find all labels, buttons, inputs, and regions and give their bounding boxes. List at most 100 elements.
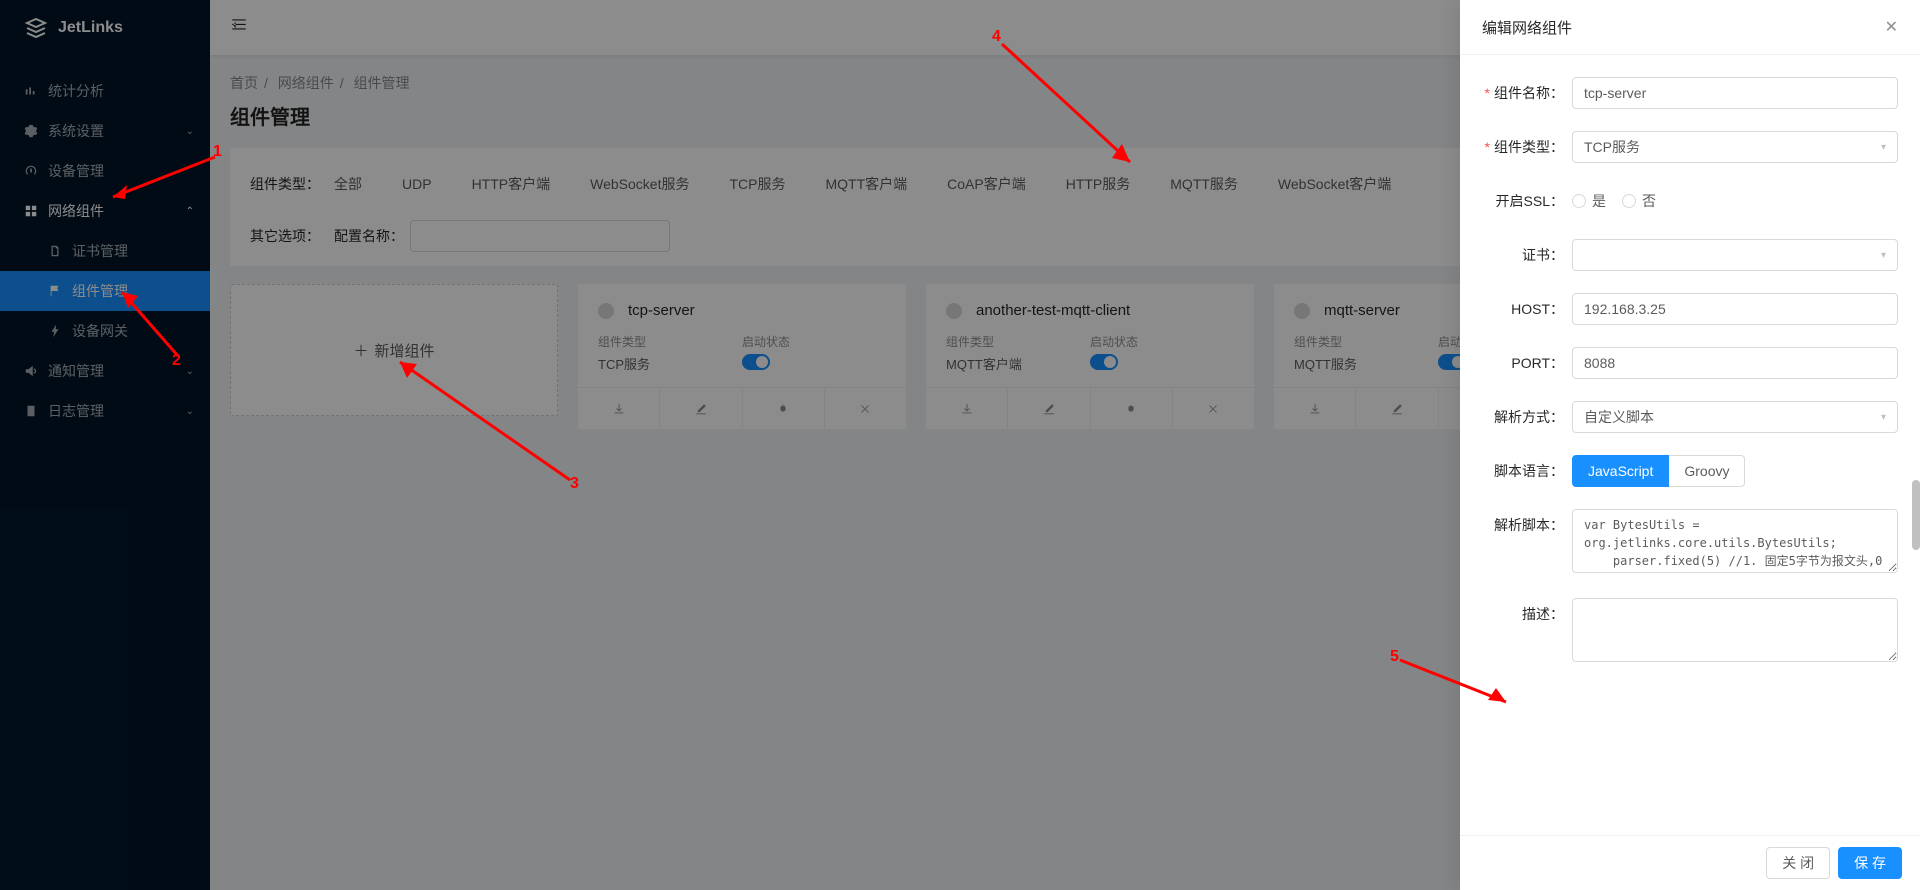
tab-http-server[interactable]: HTTP服务 bbox=[1066, 174, 1131, 194]
meta-type-label: 组件类型 bbox=[1294, 333, 1438, 350]
download-button[interactable] bbox=[578, 388, 660, 429]
sidebar-item-system[interactable]: 系统设置 ⌄ bbox=[0, 111, 210, 151]
sidebar-item-log[interactable]: 日志管理 ⌄ bbox=[0, 391, 210, 431]
debug-button[interactable] bbox=[743, 388, 825, 429]
parse-type-select[interactable]: 自定义脚本 ▾ bbox=[1572, 401, 1898, 433]
sidebar-item-component[interactable]: 组件管理 bbox=[0, 271, 210, 311]
plus-icon: ＋ bbox=[353, 340, 368, 361]
type-label: 组件类型 bbox=[1494, 139, 1550, 155]
thunderbolt-icon bbox=[48, 324, 62, 338]
parse-label: 解析方式 bbox=[1494, 409, 1550, 425]
component-card: another-test-mqtt-client 组件类型MQTT客户端 启动状… bbox=[926, 284, 1254, 429]
chevron-down-icon: ▾ bbox=[1881, 142, 1886, 153]
filter-type-label: 组件类型： bbox=[250, 174, 320, 194]
chevron-down-icon: ▾ bbox=[1881, 412, 1886, 423]
tab-mqtt-server[interactable]: MQTT服务 bbox=[1170, 174, 1238, 194]
add-component-card[interactable]: ＋ 新增组件 bbox=[230, 284, 558, 416]
chevron-down-icon: ▾ bbox=[1881, 250, 1886, 261]
close-button[interactable]: 关 闭 bbox=[1766, 847, 1830, 879]
sidebar-item-notify[interactable]: 通知管理 ⌄ bbox=[0, 351, 210, 391]
logo-icon bbox=[24, 16, 48, 40]
edit-button[interactable] bbox=[660, 388, 742, 429]
select-value: 自定义脚本 bbox=[1584, 407, 1654, 427]
desc-label: 描述 bbox=[1522, 606, 1550, 622]
close-button[interactable] bbox=[1173, 388, 1254, 429]
tab-udp[interactable]: UDP bbox=[402, 176, 432, 192]
edit-button[interactable] bbox=[1356, 388, 1438, 429]
port-label: PORT bbox=[1511, 355, 1550, 371]
gear-icon bbox=[24, 124, 38, 138]
close-icon[interactable]: ✕ bbox=[1885, 17, 1898, 37]
status-dot bbox=[946, 303, 962, 319]
tab-mqtt-client[interactable]: MQTT客户端 bbox=[825, 174, 907, 194]
sidebar-item-label: 设备管理 bbox=[48, 161, 104, 181]
sidebar-item-network[interactable]: 网络组件 ⌃ bbox=[0, 191, 210, 231]
desc-textarea[interactable] bbox=[1572, 598, 1898, 662]
meta-status-label: 启动状态 bbox=[1090, 333, 1234, 350]
close-button[interactable] bbox=[825, 388, 906, 429]
cert-select[interactable]: ▾ bbox=[1572, 239, 1898, 271]
lang-groovy-button[interactable]: Groovy bbox=[1669, 455, 1745, 487]
status-switch[interactable] bbox=[742, 354, 770, 370]
save-button[interactable]: 保 存 bbox=[1838, 847, 1902, 879]
sidebar-item-gateway[interactable]: 设备网关 bbox=[0, 311, 210, 351]
tab-all[interactable]: 全部 bbox=[334, 174, 362, 194]
tab-websocket-client[interactable]: WebSocket客户端 bbox=[1278, 174, 1391, 194]
sidebar-menu: 统计分析 系统设置 ⌄ 设备管理 网络组件 ⌃ 证书管理 组件管理 设备网关 bbox=[0, 55, 210, 890]
sidebar-item-device[interactable]: 设备管理 bbox=[0, 151, 210, 191]
component-type-select[interactable]: TCP服务 ▾ bbox=[1572, 131, 1898, 163]
meta-type-value: MQTT客户端 bbox=[946, 354, 1090, 373]
flag-icon bbox=[48, 284, 62, 298]
filter-other-label: 其它选项： bbox=[250, 226, 320, 246]
host-label: HOST bbox=[1511, 301, 1550, 317]
port-input[interactable] bbox=[1572, 347, 1898, 379]
name-label: 组件名称 bbox=[1494, 85, 1550, 101]
edit-drawer: 编辑网络组件 ✕ *组件名称： *组件类型： TCP服务▾ 开启SSL： 是 否… bbox=[1460, 0, 1920, 890]
logo: JetLinks bbox=[0, 0, 210, 55]
config-name-input[interactable] bbox=[410, 220, 670, 252]
menu-fold-icon[interactable] bbox=[230, 16, 248, 39]
ssl-no-radio[interactable]: 否 bbox=[1622, 191, 1656, 211]
edit-button[interactable] bbox=[1008, 388, 1090, 429]
add-component-label: 新增组件 bbox=[375, 340, 435, 361]
sidebar-item-stats[interactable]: 统计分析 bbox=[0, 71, 210, 111]
notification-icon bbox=[24, 364, 38, 378]
sidebar-item-label: 证书管理 bbox=[72, 241, 128, 261]
script-label: 解析脚本 bbox=[1494, 517, 1550, 533]
cert-label: 证书 bbox=[1522, 247, 1550, 263]
tab-coap-client[interactable]: CoAP客户端 bbox=[947, 174, 1026, 194]
host-input[interactable] bbox=[1572, 293, 1898, 325]
script-textarea[interactable] bbox=[1572, 509, 1898, 573]
crumb-current: 组件管理 bbox=[354, 75, 410, 91]
ssl-yes-radio[interactable]: 是 bbox=[1572, 191, 1606, 211]
meta-type-label: 组件类型 bbox=[598, 333, 742, 350]
lang-js-button[interactable]: JavaScript bbox=[1572, 455, 1669, 487]
crumb-network[interactable]: 网络组件 bbox=[278, 75, 334, 91]
chevron-down-icon: ⌄ bbox=[186, 366, 194, 377]
meta-status-label: 启动状态 bbox=[742, 333, 886, 350]
card-name: tcp-server bbox=[628, 302, 695, 319]
tab-websocket-server[interactable]: WebSocket服务 bbox=[590, 174, 689, 194]
appstore-icon bbox=[24, 204, 38, 218]
status-switch[interactable] bbox=[1090, 354, 1118, 370]
scrollbar[interactable] bbox=[1912, 480, 1920, 550]
select-value: TCP服务 bbox=[1584, 137, 1640, 157]
sidebar-item-label: 系统设置 bbox=[48, 121, 104, 141]
card-name: mqtt-server bbox=[1324, 302, 1400, 319]
download-button[interactable] bbox=[926, 388, 1008, 429]
meta-type-value: MQTT服务 bbox=[1294, 354, 1438, 373]
tab-http-client[interactable]: HTTP客户端 bbox=[472, 174, 551, 194]
meta-type-label: 组件类型 bbox=[946, 333, 1090, 350]
sidebar-item-cert[interactable]: 证书管理 bbox=[0, 231, 210, 271]
dashboard-icon bbox=[24, 164, 38, 178]
app-name: JetLinks bbox=[58, 19, 123, 37]
download-button[interactable] bbox=[1274, 388, 1356, 429]
file-text-icon bbox=[24, 404, 38, 418]
tab-tcp-server[interactable]: TCP服务 bbox=[729, 174, 785, 194]
debug-button[interactable] bbox=[1091, 388, 1173, 429]
component-card: tcp-server 组件类型TCP服务 启动状态 bbox=[578, 284, 906, 429]
component-name-input[interactable] bbox=[1572, 77, 1898, 109]
file-icon bbox=[48, 244, 62, 258]
bar-chart-icon bbox=[24, 84, 38, 98]
crumb-home[interactable]: 首页 bbox=[230, 75, 258, 91]
